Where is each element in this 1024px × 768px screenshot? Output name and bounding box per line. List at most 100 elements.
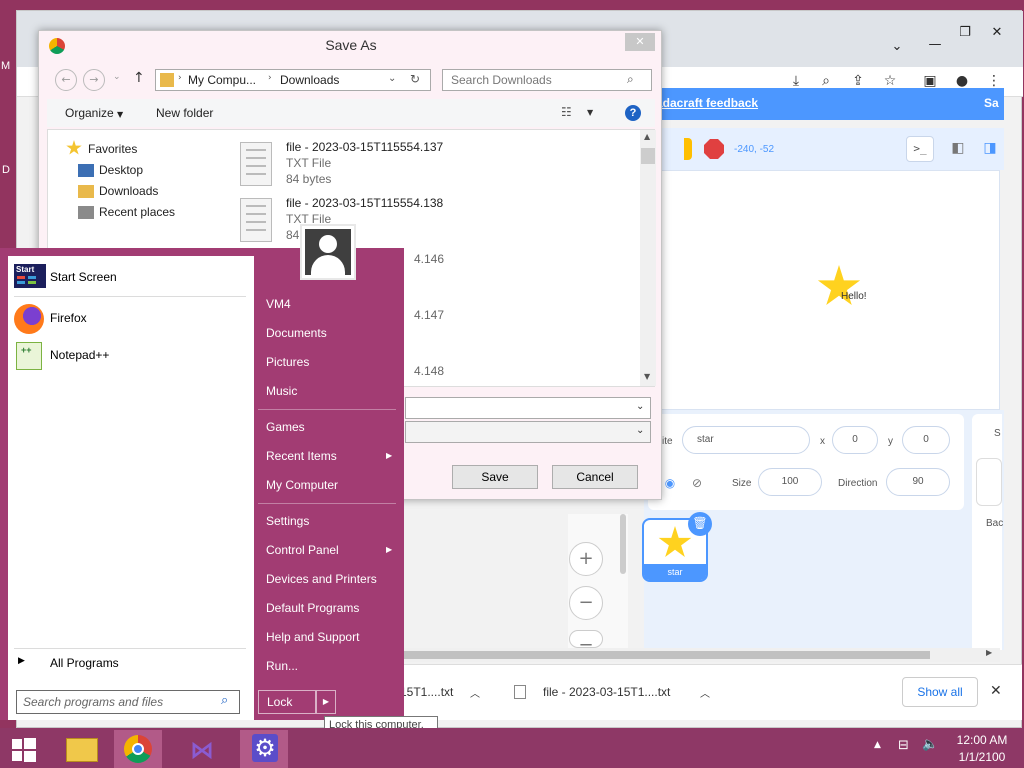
download-item-1[interactable]: 15T1....txt bbox=[400, 685, 453, 699]
zoom-in-icon[interactable]: + bbox=[569, 542, 603, 576]
tray-overflow-icon[interactable]: ▲ bbox=[874, 740, 881, 750]
file-explorer-taskbar-icon[interactable] bbox=[58, 730, 106, 768]
settings-taskbar-button[interactable]: ⚙ bbox=[240, 730, 288, 768]
file-name[interactable]: file - 2023-03-15T115554.137 bbox=[286, 140, 443, 154]
code-scrollbar[interactable] bbox=[620, 514, 626, 574]
stop-icon[interactable] bbox=[704, 139, 724, 159]
dialog-close-icon[interactable]: ✕ bbox=[625, 33, 655, 51]
start-search-input[interactable]: Search programs and files ⌕ bbox=[16, 690, 240, 714]
start-my-computer[interactable]: My Computer bbox=[266, 478, 338, 492]
large-stage-icon[interactable]: ◨ bbox=[978, 136, 1002, 162]
horizontal-scrollbar[interactable]: ▶ bbox=[400, 648, 1000, 662]
chevron-up-icon[interactable]: ︿ bbox=[470, 685, 480, 700]
chrome-taskbar-button[interactable] bbox=[114, 730, 162, 768]
small-stage-icon[interactable]: ◧ bbox=[944, 136, 972, 162]
nav-recent-places[interactable]: Recent places bbox=[99, 205, 175, 219]
scroll-down-icon[interactable]: ▼ bbox=[644, 372, 650, 381]
star-sprite[interactable] bbox=[817, 265, 861, 306]
lock-options-arrow-icon[interactable]: ▶ bbox=[316, 690, 336, 714]
start-user-vm4[interactable]: VM4 bbox=[266, 297, 291, 311]
show-all-button[interactable]: Show all bbox=[902, 677, 978, 707]
feedback-link[interactable]: adacraft feedback bbox=[656, 96, 758, 110]
y-input[interactable]: 0 bbox=[902, 426, 950, 454]
file-name[interactable]: 4.146 bbox=[414, 252, 444, 266]
direction-input[interactable]: 90 bbox=[886, 468, 950, 496]
refresh-icon[interactable]: ↻ bbox=[410, 72, 420, 86]
hide-eye-icon[interactable]: ⊘ bbox=[684, 470, 710, 496]
scroll-up-icon[interactable]: ▲ bbox=[644, 132, 650, 141]
start-search-icon[interactable]: ⌕ bbox=[221, 693, 228, 708]
chevron-up-icon[interactable]: ︿ bbox=[700, 685, 710, 700]
sprite-name-input[interactable]: star bbox=[682, 426, 810, 454]
view-dropdown-icon[interactable]: ▼ bbox=[587, 108, 593, 117]
forward-icon[interactable]: → bbox=[83, 69, 105, 91]
all-programs-item[interactable]: All Programs bbox=[50, 656, 119, 670]
breadcrumb-computer[interactable]: My Compu... bbox=[188, 73, 256, 87]
chevron-down-icon[interactable]: ⌄ bbox=[883, 39, 911, 57]
close-icon[interactable]: ✕ bbox=[983, 25, 1011, 43]
scrollbar-thumb[interactable] bbox=[400, 651, 930, 659]
start-run[interactable]: Run... bbox=[266, 659, 298, 673]
file-name[interactable]: file - 2023-03-15T115554.138 bbox=[286, 196, 443, 210]
stage-canvas[interactable]: Hello! bbox=[644, 170, 1000, 410]
zoom-reset-icon[interactable]: = bbox=[569, 630, 603, 648]
start-games[interactable]: Games bbox=[266, 420, 305, 434]
new-folder-button[interactable]: New folder bbox=[156, 106, 213, 120]
console-icon[interactable]: >_ bbox=[906, 136, 934, 162]
file-name-combo[interactable]: ⌄ bbox=[405, 397, 651, 419]
clock-date[interactable]: 1/1/2100 bbox=[956, 750, 1008, 764]
restore-icon[interactable]: ❐ bbox=[951, 25, 979, 43]
search-downloads-input[interactable]: Search Downloads ⌕ bbox=[442, 69, 652, 91]
file-list-scrollbar[interactable]: ▲ ▼ bbox=[640, 130, 656, 386]
address-bar[interactable]: › My Compu... › Downloads ⌄ ↻ bbox=[155, 69, 431, 91]
start-default-programs[interactable]: Default Programs bbox=[266, 601, 359, 615]
scroll-right-arrow-icon[interactable]: ▶ bbox=[986, 648, 992, 657]
view-options-icon[interactable]: ☷ bbox=[561, 105, 572, 119]
start-help-support[interactable]: Help and Support bbox=[266, 630, 359, 644]
search-icon[interactable]: ⌕ bbox=[627, 72, 634, 87]
notepadpp-item[interactable]: Notepad++ bbox=[50, 348, 109, 362]
start-pictures[interactable]: Pictures bbox=[266, 355, 309, 369]
start-button[interactable] bbox=[0, 730, 48, 768]
save-type-dropdown-icon[interactable]: ⌄ bbox=[636, 425, 644, 436]
start-music[interactable]: Music bbox=[266, 384, 297, 398]
start-documents[interactable]: Documents bbox=[266, 326, 327, 340]
help-icon[interactable]: ? bbox=[625, 105, 641, 121]
nav-downloads[interactable]: Downloads bbox=[99, 184, 158, 198]
recent-dropdown-icon[interactable]: ⌄ bbox=[113, 72, 121, 82]
user-avatar[interactable] bbox=[300, 224, 356, 280]
breadcrumb-downloads[interactable]: Downloads bbox=[280, 73, 339, 87]
clock-time[interactable]: 12:00 AM bbox=[956, 733, 1008, 747]
stage-thumbnail[interactable] bbox=[976, 458, 1002, 506]
start-screen-item[interactable]: Start Screen bbox=[50, 270, 117, 284]
save-button[interactable]: Save bbox=[452, 465, 538, 489]
size-input[interactable]: 100 bbox=[758, 468, 822, 496]
delete-sprite-icon[interactable]: 🗑 bbox=[688, 512, 712, 536]
nav-favorites[interactable]: Favorites bbox=[88, 142, 137, 156]
network-icon[interactable]: ⊟ bbox=[898, 738, 909, 753]
up-icon[interactable]: ↑ bbox=[133, 70, 145, 86]
start-devices-printers[interactable]: Devices and Printers bbox=[266, 572, 377, 586]
back-icon[interactable]: ← bbox=[55, 69, 77, 91]
start-settings[interactable]: Settings bbox=[266, 514, 309, 528]
firefox-item[interactable]: Firefox bbox=[50, 311, 87, 325]
file-name[interactable]: 4.147 bbox=[414, 308, 444, 322]
file-name-dropdown-icon[interactable]: ⌄ bbox=[636, 401, 644, 412]
address-dropdown-icon[interactable]: ⌄ bbox=[388, 73, 396, 84]
start-recent-items[interactable]: Recent Items bbox=[266, 449, 337, 463]
scroll-thumb[interactable] bbox=[641, 148, 655, 164]
cancel-button[interactable]: Cancel bbox=[552, 465, 638, 489]
organize-button[interactable]: Organize ▼ bbox=[65, 106, 123, 120]
volume-icon[interactable]: 🔈 bbox=[922, 737, 938, 752]
visual-studio-taskbar-icon[interactable]: ⋈ bbox=[178, 730, 226, 768]
minimize-icon[interactable]: — bbox=[921, 37, 949, 55]
lock-button[interactable]: Lock bbox=[258, 690, 316, 714]
close-downloads-icon[interactable]: ✕ bbox=[990, 683, 1002, 699]
download-item-2[interactable]: file - 2023-03-15T1....txt bbox=[543, 685, 670, 699]
save-type-combo[interactable]: ⌄ bbox=[405, 421, 651, 443]
nav-desktop[interactable]: Desktop bbox=[99, 163, 143, 177]
file-name[interactable]: 4.148 bbox=[414, 364, 444, 378]
start-control-panel[interactable]: Control Panel bbox=[266, 543, 339, 557]
x-input[interactable]: 0 bbox=[832, 426, 878, 454]
green-flag-edge[interactable] bbox=[684, 138, 692, 160]
